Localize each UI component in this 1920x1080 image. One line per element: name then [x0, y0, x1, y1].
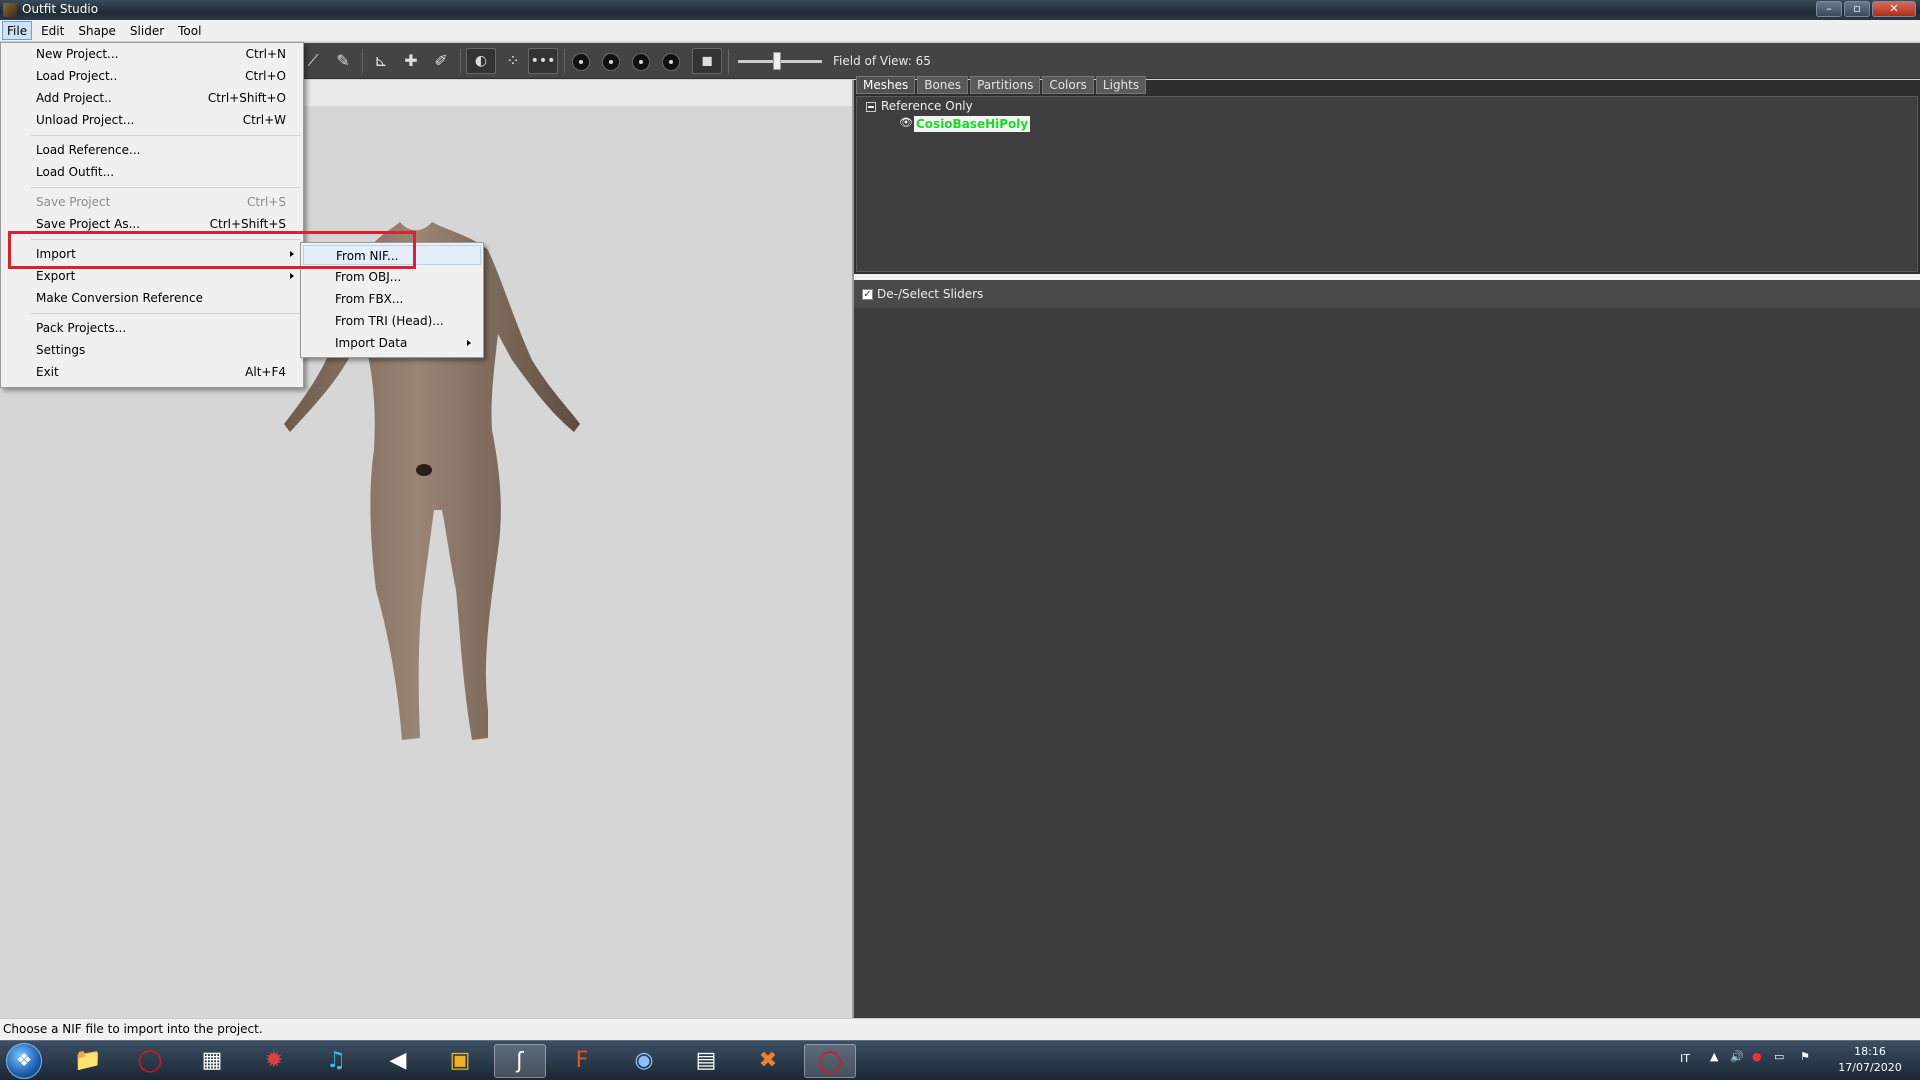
menu-item-unload-project[interactable]: Unload Project... Ctrl+W	[2, 110, 302, 130]
ffdec-icon[interactable]: ◉	[618, 1044, 670, 1078]
toolbar-separator	[728, 49, 729, 73]
panel-tabs: Meshes Bones Partitions Colors Lights	[856, 76, 1148, 96]
minimize-button[interactable]: –	[1816, 1, 1842, 17]
window-title: Outfit Studio	[22, 2, 99, 16]
lighting-view-icon[interactable]	[662, 53, 680, 71]
select-sliders-label: De-/Select Sliders	[877, 287, 984, 301]
tab-meshes[interactable]: Meshes	[856, 76, 916, 94]
menu-item-make-conversion-reference[interactable]: Make Conversion Reference	[2, 288, 302, 308]
tab-lights[interactable]: Lights	[1095, 76, 1147, 94]
menu-item-add-project[interactable]: Add Project.. Ctrl+Shift+O	[2, 88, 302, 108]
sliders-header	[854, 280, 1920, 308]
menu-item-export[interactable]: Export	[2, 266, 302, 286]
connected-icon[interactable]: ⁘	[500, 50, 526, 72]
tree-root-label[interactable]: Reference Only	[881, 99, 973, 113]
transform-icon[interactable]: ⊾	[368, 50, 394, 72]
menu-shape[interactable]: Shape	[73, 21, 121, 40]
clock-date: 17/07/2020	[1838, 1061, 1902, 1074]
menu-item-new-project[interactable]: New Project... Ctrl+N	[2, 44, 302, 64]
antivirus-icon[interactable]: ✹	[248, 1044, 300, 1078]
pen-icon[interactable]: ✎	[330, 50, 356, 72]
menu-slider[interactable]: Slider	[125, 21, 169, 40]
global-brush-button[interactable]: •••	[528, 48, 558, 74]
select-sliders-checkbox[interactable]: ✓	[862, 289, 873, 300]
language-indicator[interactable]: IT	[1680, 1052, 1690, 1080]
maximize-button[interactable]: ▫	[1844, 1, 1870, 17]
submenu-arrow-icon	[290, 273, 294, 279]
submenu-item-from-fbx[interactable]: From FBX...	[303, 289, 481, 309]
tab-bones[interactable]: Bones	[917, 76, 969, 94]
status-bar: Choose a NIF file to import into the pro…	[0, 1018, 1920, 1040]
sliders-list	[854, 308, 1920, 1018]
menu-separator	[31, 135, 301, 136]
eye-icon[interactable]: 👁	[899, 117, 913, 129]
texture-toggle-button[interactable]: ◼	[692, 48, 722, 74]
weight-brush-icon[interactable]: ✐	[428, 50, 454, 72]
submenu-item-from-obj[interactable]: From OBJ...	[303, 267, 481, 287]
menu-item-exit[interactable]: Exit Alt+F4	[2, 362, 302, 382]
foxit-icon[interactable]: F	[556, 1044, 608, 1078]
menu-item-pack-projects[interactable]: Pack Projects...	[2, 318, 302, 338]
archive-app-icon[interactable]: ▣	[434, 1044, 486, 1078]
menu-item-save-project: Save Project Ctrl+S	[36, 195, 286, 209]
menu-separator	[31, 313, 301, 314]
tools-app-icon[interactable]: ✖	[742, 1044, 794, 1078]
opera-active-icon[interactable]: ◯	[804, 1044, 856, 1078]
menu-bar: File Edit Shape Slider Tool	[0, 20, 1920, 42]
body-mesh-detail	[416, 464, 432, 476]
clock-time: 18:16	[1854, 1045, 1886, 1058]
music-app-icon[interactable]: ♫	[310, 1044, 362, 1078]
taskbar: 📁 ◯ ▦ ✹ ♫ ◀ ▣ ʃ F ◉ ▤ ✖ ◯	[0, 1040, 1920, 1080]
opera-icon[interactable]: ◯	[124, 1044, 176, 1078]
menu-tool[interactable]: Tool	[173, 21, 206, 40]
title-bar: Outfit Studio – ▫ ✕	[0, 0, 1920, 20]
show-hidden-icons-icon[interactable]: ▲	[1710, 1050, 1718, 1080]
point-view-icon[interactable]	[572, 53, 590, 71]
pin-icon[interactable]: ✚	[398, 50, 424, 72]
annotation-highlight-box	[8, 231, 416, 269]
app-icon	[3, 3, 17, 17]
toolbar-separator	[460, 49, 461, 73]
media-center-icon[interactable]: ▦	[186, 1044, 238, 1078]
menu-item-load-outfit[interactable]: Load Outfit...	[2, 162, 302, 182]
menu-item-load-reference[interactable]: Load Reference...	[2, 140, 302, 160]
menu-item-settings[interactable]: Settings	[2, 340, 302, 360]
network-icon[interactable]: ▭	[1774, 1050, 1784, 1080]
menu-item-load-project[interactable]: Load Project.. Ctrl+O	[2, 66, 302, 86]
file-explorer-icon[interactable]: 📁	[62, 1044, 114, 1078]
submenu-item-import-data[interactable]: Import Data	[303, 333, 481, 353]
mirror-toggle-button[interactable]: ◐	[466, 48, 496, 74]
volume-icon[interactable]: 🔊	[1730, 1050, 1744, 1080]
menu-file[interactable]: File	[2, 21, 33, 40]
window-controls: – ▫ ✕	[1816, 1, 1916, 17]
action-center-flag-icon[interactable]: ⚑	[1800, 1050, 1810, 1080]
start-button[interactable]	[6, 1043, 42, 1079]
tab-partitions[interactable]: Partitions	[970, 76, 1041, 94]
submenu-item-from-tri-head[interactable]: From TRI (Head)...	[303, 311, 481, 331]
fov-label: Field of View: 65	[833, 54, 931, 68]
smooth-view-icon[interactable]	[602, 53, 620, 71]
close-button[interactable]: ✕	[1872, 1, 1916, 17]
toolbar-separator	[362, 49, 363, 73]
volume-tool-icon[interactable]: ◀	[372, 1044, 424, 1078]
outfit-studio-taskbar-icon[interactable]: ʃ	[494, 1044, 546, 1078]
fov-slider-thumb[interactable]	[773, 52, 781, 70]
wireframe-view-icon[interactable]	[632, 53, 650, 71]
notepad-icon[interactable]: ▤	[680, 1044, 732, 1078]
antivirus-tray-icon[interactable]: ●	[1752, 1050, 1762, 1080]
menu-edit[interactable]: Edit	[36, 21, 69, 40]
toolbar-separator	[564, 49, 565, 73]
status-text: Choose a NIF file to import into the pro…	[3, 1022, 263, 1036]
mesh-item[interactable]: CosioBaseHiPoly	[914, 116, 1031, 132]
menu-separator	[31, 187, 301, 188]
system-clock[interactable]: 18:16 17/07/2020	[1832, 1044, 1908, 1076]
tab-colors[interactable]: Colors	[1042, 76, 1094, 94]
submenu-arrow-icon	[467, 340, 471, 346]
collapse-icon[interactable]	[866, 102, 876, 112]
file-menu: New Project... Ctrl+N Load Project.. Ctrl+…	[0, 42, 304, 388]
